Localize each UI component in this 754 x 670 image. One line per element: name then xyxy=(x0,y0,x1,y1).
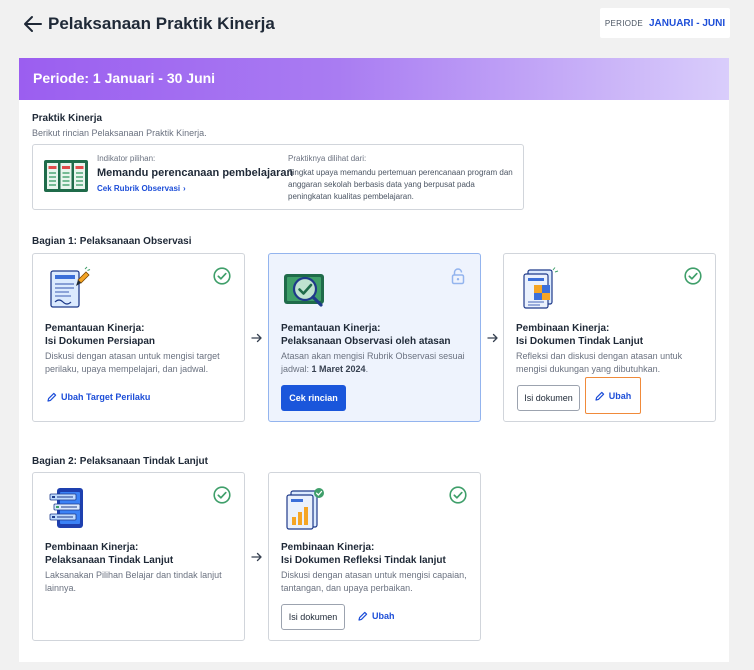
arrow-right-icon xyxy=(251,552,262,562)
magnifier-check-icon xyxy=(284,274,324,307)
ubah-label: Ubah xyxy=(372,611,395,621)
card-description: Atasan akan mengisi Rubrik Observasi ses… xyxy=(281,350,476,376)
ubah-target-perilaku-label: Ubah Target Perilaku xyxy=(61,392,151,402)
card-pelaksanaan-tindak-lanjut: Pembinaan Kinerja: Pelaksanaan Tindak La… xyxy=(32,472,245,641)
card-title-line2: Pelaksanaan Observasi oleh atasan xyxy=(281,336,451,347)
praktik-dilihat-label: Praktiknya dilihat dari: xyxy=(288,154,367,163)
praktik-title: Praktik Kinerja xyxy=(32,113,103,124)
ubah-label: Ubah xyxy=(608,390,632,401)
card-title-line1: Pemantauan Kinerja: xyxy=(281,323,381,334)
isi-dokumen-button[interactable]: Isi dokumen xyxy=(281,604,345,630)
praktik-dilihat-value: Tingkat upaya memandu pertemuan perencan… xyxy=(288,168,513,201)
card-title-line2: Isi Dokumen Persiapan xyxy=(45,336,156,347)
card-pelaksanaan-observasi: Pemantauan Kinerja: Pelaksanaan Observas… xyxy=(268,253,481,422)
main-panel: Periode: 1 Januari - 30 Juni Praktik Kin… xyxy=(19,58,729,662)
card-title-line1: Pembinaan Kinerja: xyxy=(45,542,139,553)
ubah-button[interactable]: Ubah xyxy=(585,377,641,414)
card-description: Laksanakan Pilihan Belajar dan tindak la… xyxy=(45,570,222,593)
card-title: Pemantauan Kinerja: Pelaksanaan Observas… xyxy=(281,322,476,348)
card-description: Refleksi dan diskusi dengan atasan untuk… xyxy=(516,351,683,374)
periode-banner: Periode: 1 Januari - 30 Juni xyxy=(19,58,729,100)
page-title: Pelaksanaan Praktik Kinerja xyxy=(48,14,275,33)
card-title-line2: Isi Dokumen Tindak Lanjut xyxy=(516,336,644,347)
chevron-right-icon[interactable]: › xyxy=(183,184,186,193)
check-icon xyxy=(213,486,231,504)
bagian-2-title: Bagian 2: Pelaksanaan Tindak Lanjut xyxy=(32,456,208,467)
card-dokumen-persiapan: Pemantauan Kinerja: Isi Dokumen Persiapa… xyxy=(32,253,245,422)
document-chart-icon xyxy=(286,488,324,530)
card-description-suffix: . xyxy=(365,364,369,374)
check-icon xyxy=(684,267,702,285)
card-description-text: Atasan akan mengisi Rubrik Observasi ses… xyxy=(281,351,465,374)
card-title: Pembinaan Kinerja: Isi Dokumen Refleksi … xyxy=(281,541,476,567)
card-title: Pembinaan Kinerja: Isi Dokumen Tindak La… xyxy=(516,322,711,348)
card-title-line2: Isi Dokumen Refleksi Tindak lanjut xyxy=(281,555,446,566)
pencil-icon xyxy=(358,611,368,621)
ubah-button[interactable]: Ubah xyxy=(358,611,395,621)
top-bar: Pelaksanaan Praktik Kinerja PERIODE JANU… xyxy=(0,0,754,50)
tablet-checklist-icon xyxy=(49,488,83,528)
card-dokumen-tindak-lanjut: Pembinaan Kinerja: Isi Dokumen Tindak La… xyxy=(503,253,716,422)
bagian-1-title: Bagian 1: Pelaksanaan Observasi xyxy=(32,236,192,247)
pencil-icon xyxy=(47,392,57,402)
banner-text: Periode: 1 Januari - 30 Juni xyxy=(33,70,216,86)
card-title: Pembinaan Kinerja: Pelaksanaan Tindak La… xyxy=(45,541,240,567)
card-dokumen-refleksi: Pembinaan Kinerja: Isi Dokumen Refleksi … xyxy=(268,472,481,641)
card-title-line1: Pembinaan Kinerja: xyxy=(281,542,375,553)
arrow-right-icon xyxy=(487,333,498,343)
card-title-line1: Pembinaan Kinerja: xyxy=(516,323,610,334)
lock-icon xyxy=(451,268,465,285)
indikator-label: Indikator pilihan: xyxy=(97,154,156,163)
card-title-line1: Pemantauan Kinerja: xyxy=(45,323,145,334)
periode-value: JANUARI - JUNI xyxy=(648,17,726,29)
ubah-target-perilaku-button[interactable]: Ubah Target Perilaku xyxy=(47,392,150,402)
back-arrow-icon[interactable] xyxy=(22,13,44,35)
card-title: Pemantauan Kinerja: Isi Dokumen Persiapa… xyxy=(45,322,240,348)
card-description: Diskusi dengan atasan untuk mengisi capa… xyxy=(281,570,467,593)
cek-rincian-button[interactable]: Cek rincian xyxy=(281,385,346,411)
observation-date: 1 Maret 2024 xyxy=(311,364,366,374)
cek-rubrik-link[interactable]: Cek Rubrik Observasi xyxy=(97,184,180,193)
card-description: Diskusi dengan atasan untuk mengisi targ… xyxy=(45,351,220,374)
praktik-info-card: Indikator pilihan: Memandu perencanaan p… xyxy=(32,144,524,210)
isi-dokumen-button[interactable]: Isi dokumen xyxy=(517,385,580,411)
check-icon xyxy=(213,267,231,285)
pencil-icon xyxy=(595,391,604,401)
document-pen-icon xyxy=(50,266,91,308)
arrow-right-icon xyxy=(251,333,262,343)
document-puzzle-icon xyxy=(523,267,559,309)
periode-label: PERIODE xyxy=(604,18,643,28)
check-icon xyxy=(449,486,467,504)
periode-selector[interactable]: PERIODE JANUARI - JUNI xyxy=(600,8,730,38)
praktik-subtitle: Berikut rincian Pelaksanaan Praktik Kine… xyxy=(32,128,207,138)
rubric-board-icon xyxy=(44,160,88,192)
card-title-line2: Pelaksanaan Tindak Lanjut xyxy=(45,555,174,566)
indikator-value: Memandu perencanaan pembelajaran xyxy=(97,167,294,179)
